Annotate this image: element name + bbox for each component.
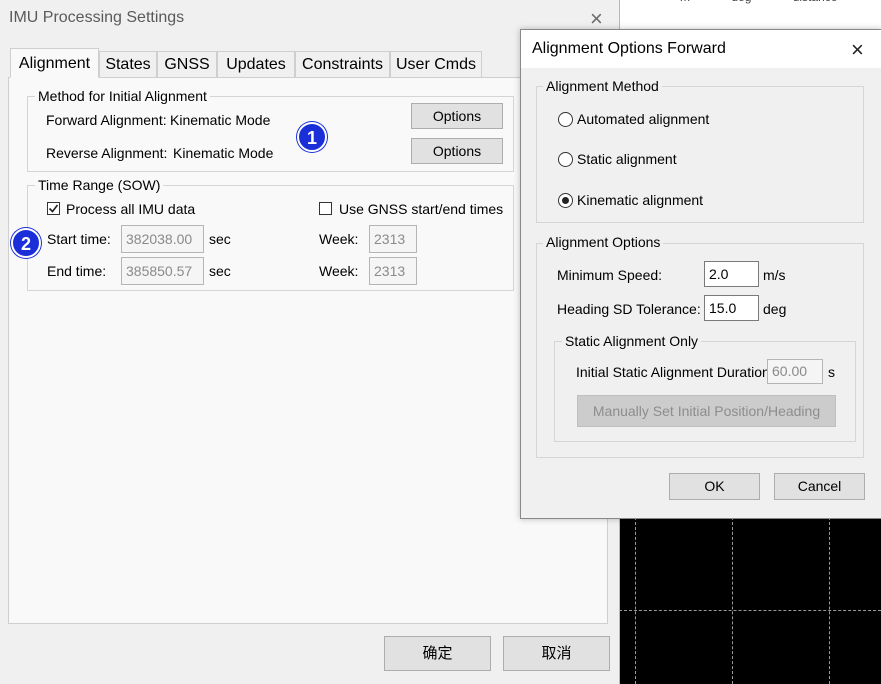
process-all-label: Process all IMU data <box>66 201 196 217</box>
radio-kinematic-label: Kinematic alignment <box>577 192 704 208</box>
radio-kinematic[interactable] <box>558 193 573 208</box>
use-gnss-times-label: Use GNSS start/end times <box>339 201 504 217</box>
method-group-title: Method for Initial Alignment <box>35 88 210 104</box>
radio-static[interactable] <box>558 152 573 167</box>
tab-alignment[interactable]: Alignment <box>10 48 99 78</box>
forward-alignment-value: Kinematic Mode <box>170 112 271 128</box>
static-duration-field[interactable]: 60.00 <box>767 359 823 384</box>
reverse-alignment-label: Reverse Alignment: <box>46 145 168 161</box>
dialog-title: Alignment Options Forward <box>532 40 726 57</box>
checkmark-icon <box>48 204 59 213</box>
ok-button[interactable]: 确定 <box>384 636 491 671</box>
window-close-icon[interactable]: × <box>590 8 603 30</box>
background-plot-area <box>619 517 881 684</box>
end-week-field[interactable]: 2313 <box>369 257 417 285</box>
dialog-cancel-button[interactable]: Cancel <box>774 473 865 500</box>
start-week-label: Week: <box>319 231 359 247</box>
window-title: IMU Processing Settings <box>9 9 185 26</box>
radio-automated-label: Automated alignment <box>577 111 710 127</box>
static-alignment-title: Static Alignment Only <box>562 333 702 349</box>
alignment-options-dialog: Alignment Options Forward × Alignment Me… <box>520 29 881 519</box>
grid-line <box>619 610 881 611</box>
start-time-unit: sec <box>209 231 231 247</box>
grid-line <box>635 517 636 684</box>
grid-line <box>829 517 830 684</box>
reverse-options-button[interactable]: Options <box>411 138 503 164</box>
static-duration-unit: s <box>828 364 835 380</box>
static-duration-label: Initial Static Alignment Duration: <box>576 364 774 380</box>
tab-user-cmds[interactable]: User Cmds <box>390 51 482 77</box>
heading-tolerance-field[interactable]: 15.0 <box>704 295 759 321</box>
background-header-labels: m deg distance <box>680 0 875 4</box>
bg-label-deg: deg <box>731 0 751 4</box>
heading-tolerance-label: Heading SD Tolerance: <box>557 301 701 317</box>
radio-static-label: Static alignment <box>577 151 677 167</box>
tab-updates[interactable]: Updates <box>217 51 295 77</box>
min-speed-field[interactable]: 2.0 <box>704 261 759 287</box>
time-range-title: Time Range (SOW) <box>35 177 164 193</box>
dialog-ok-button[interactable]: OK <box>669 473 760 500</box>
forward-options-button[interactable]: Options <box>411 103 503 129</box>
tab-constraints[interactable]: Constraints <box>295 51 390 77</box>
reverse-alignment-value: Kinematic Mode <box>173 145 274 161</box>
min-speed-unit: m/s <box>763 267 786 283</box>
cancel-button[interactable]: 取消 <box>503 636 610 671</box>
start-week-field[interactable]: 2313 <box>369 225 417 253</box>
start-time-label: Start time: <box>47 231 111 247</box>
annotation-badge-2: 2 <box>11 228 41 258</box>
forward-alignment-label: Forward Alignment: <box>46 112 167 128</box>
heading-tolerance-unit: deg <box>763 301 787 317</box>
end-time-label: End time: <box>47 263 107 279</box>
radio-automated[interactable] <box>558 112 573 127</box>
end-time-field[interactable]: 385850.57 <box>121 257 204 285</box>
dialog-close-icon[interactable]: × <box>851 39 864 61</box>
tab-states[interactable]: States <box>99 51 157 77</box>
alignment-method-title: Alignment Method <box>543 78 662 94</box>
start-time-field[interactable]: 382038.00 <box>121 225 204 253</box>
bg-label-distance: distance <box>793 0 838 4</box>
use-gnss-times-checkbox[interactable] <box>319 202 332 215</box>
annotation-badge-1: 1 <box>297 122 327 152</box>
min-speed-label: Minimum Speed: <box>557 267 663 283</box>
tab-gnss[interactable]: GNSS <box>157 51 217 77</box>
alignment-options-title: Alignment Options <box>543 234 664 250</box>
end-time-unit: sec <box>209 263 231 279</box>
grid-line <box>732 517 733 684</box>
end-week-label: Week: <box>319 263 359 279</box>
manual-position-heading-button[interactable]: Manually Set Initial Position/Heading <box>577 395 836 427</box>
bg-label-m: m <box>680 0 690 4</box>
process-all-checkbox[interactable] <box>47 202 60 215</box>
